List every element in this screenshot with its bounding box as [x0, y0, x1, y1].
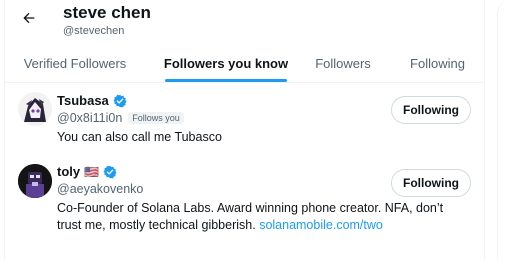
user-name-text: Tsubasa — [57, 93, 109, 108]
user-row[interactable]: toly 🇺🇸 @aeyakovenko Co-Founder of Solan… — [5, 158, 484, 248]
back-button[interactable] — [19, 8, 39, 28]
sidebar-card-edge — [497, 0, 517, 260]
page-title: steve chen — [63, 3, 151, 22]
user-handle: @0x8i11i0n — [57, 111, 123, 125]
user-handle-line: @aeyakovenko — [57, 182, 143, 196]
active-tab-indicator — [165, 79, 287, 82]
verified-badge-icon — [113, 94, 127, 107]
user-name[interactable]: toly 🇺🇸 — [57, 164, 117, 179]
tab-label: Verified Followers — [23, 55, 127, 71]
user-bio: Co-Founder of Solana Labs. Award winning… — [57, 200, 467, 234]
bio-link[interactable]: solanamobile.com/two — [259, 218, 383, 232]
profile-column: steve chen @stevechen Verified Followers… — [4, 0, 485, 260]
user-bio: You can also call me Tubasco — [57, 130, 222, 144]
tab-bar: Verified Followers Followers you know Fo… — [5, 44, 484, 83]
user-name-text: toly — [57, 164, 81, 179]
tab-label: Followers — [315, 55, 371, 71]
user-name[interactable]: Tsubasa — [57, 93, 127, 108]
tab-verified-followers[interactable]: Verified Followers — [5, 44, 145, 82]
tab-label: Following — [410, 55, 465, 71]
tab-followers[interactable]: Followers — [307, 44, 379, 82]
following-button[interactable]: Following — [391, 169, 471, 197]
page-handle: @stevechen — [63, 25, 125, 37]
arrow-left-icon — [23, 12, 35, 24]
user-handle: @aeyakovenko — [57, 182, 144, 196]
follows-you-badge: Follows you — [128, 112, 184, 124]
user-row[interactable]: Tsubasa @0x8i11i0n Follows you You can a… — [5, 84, 484, 152]
avatar-illustration — [18, 92, 52, 126]
verified-badge-icon — [103, 165, 117, 178]
header: steve chen @stevechen — [5, 0, 484, 44]
avatar-illustration — [18, 164, 52, 198]
tab-followers-you-know[interactable]: Followers you know — [145, 44, 307, 82]
following-button[interactable]: Following — [391, 96, 471, 124]
tab-following[interactable]: Following — [391, 44, 484, 82]
avatar[interactable] — [18, 164, 52, 198]
user-bio-text: Co-Founder of Solana Labs. Award winning… — [57, 201, 444, 232]
avatar[interactable] — [18, 92, 52, 126]
user-handle-line: @0x8i11i0n Follows you — [57, 111, 184, 125]
tab-label: Followers you know — [163, 55, 289, 71]
us-flag-icon: 🇺🇸 — [84, 164, 100, 179]
